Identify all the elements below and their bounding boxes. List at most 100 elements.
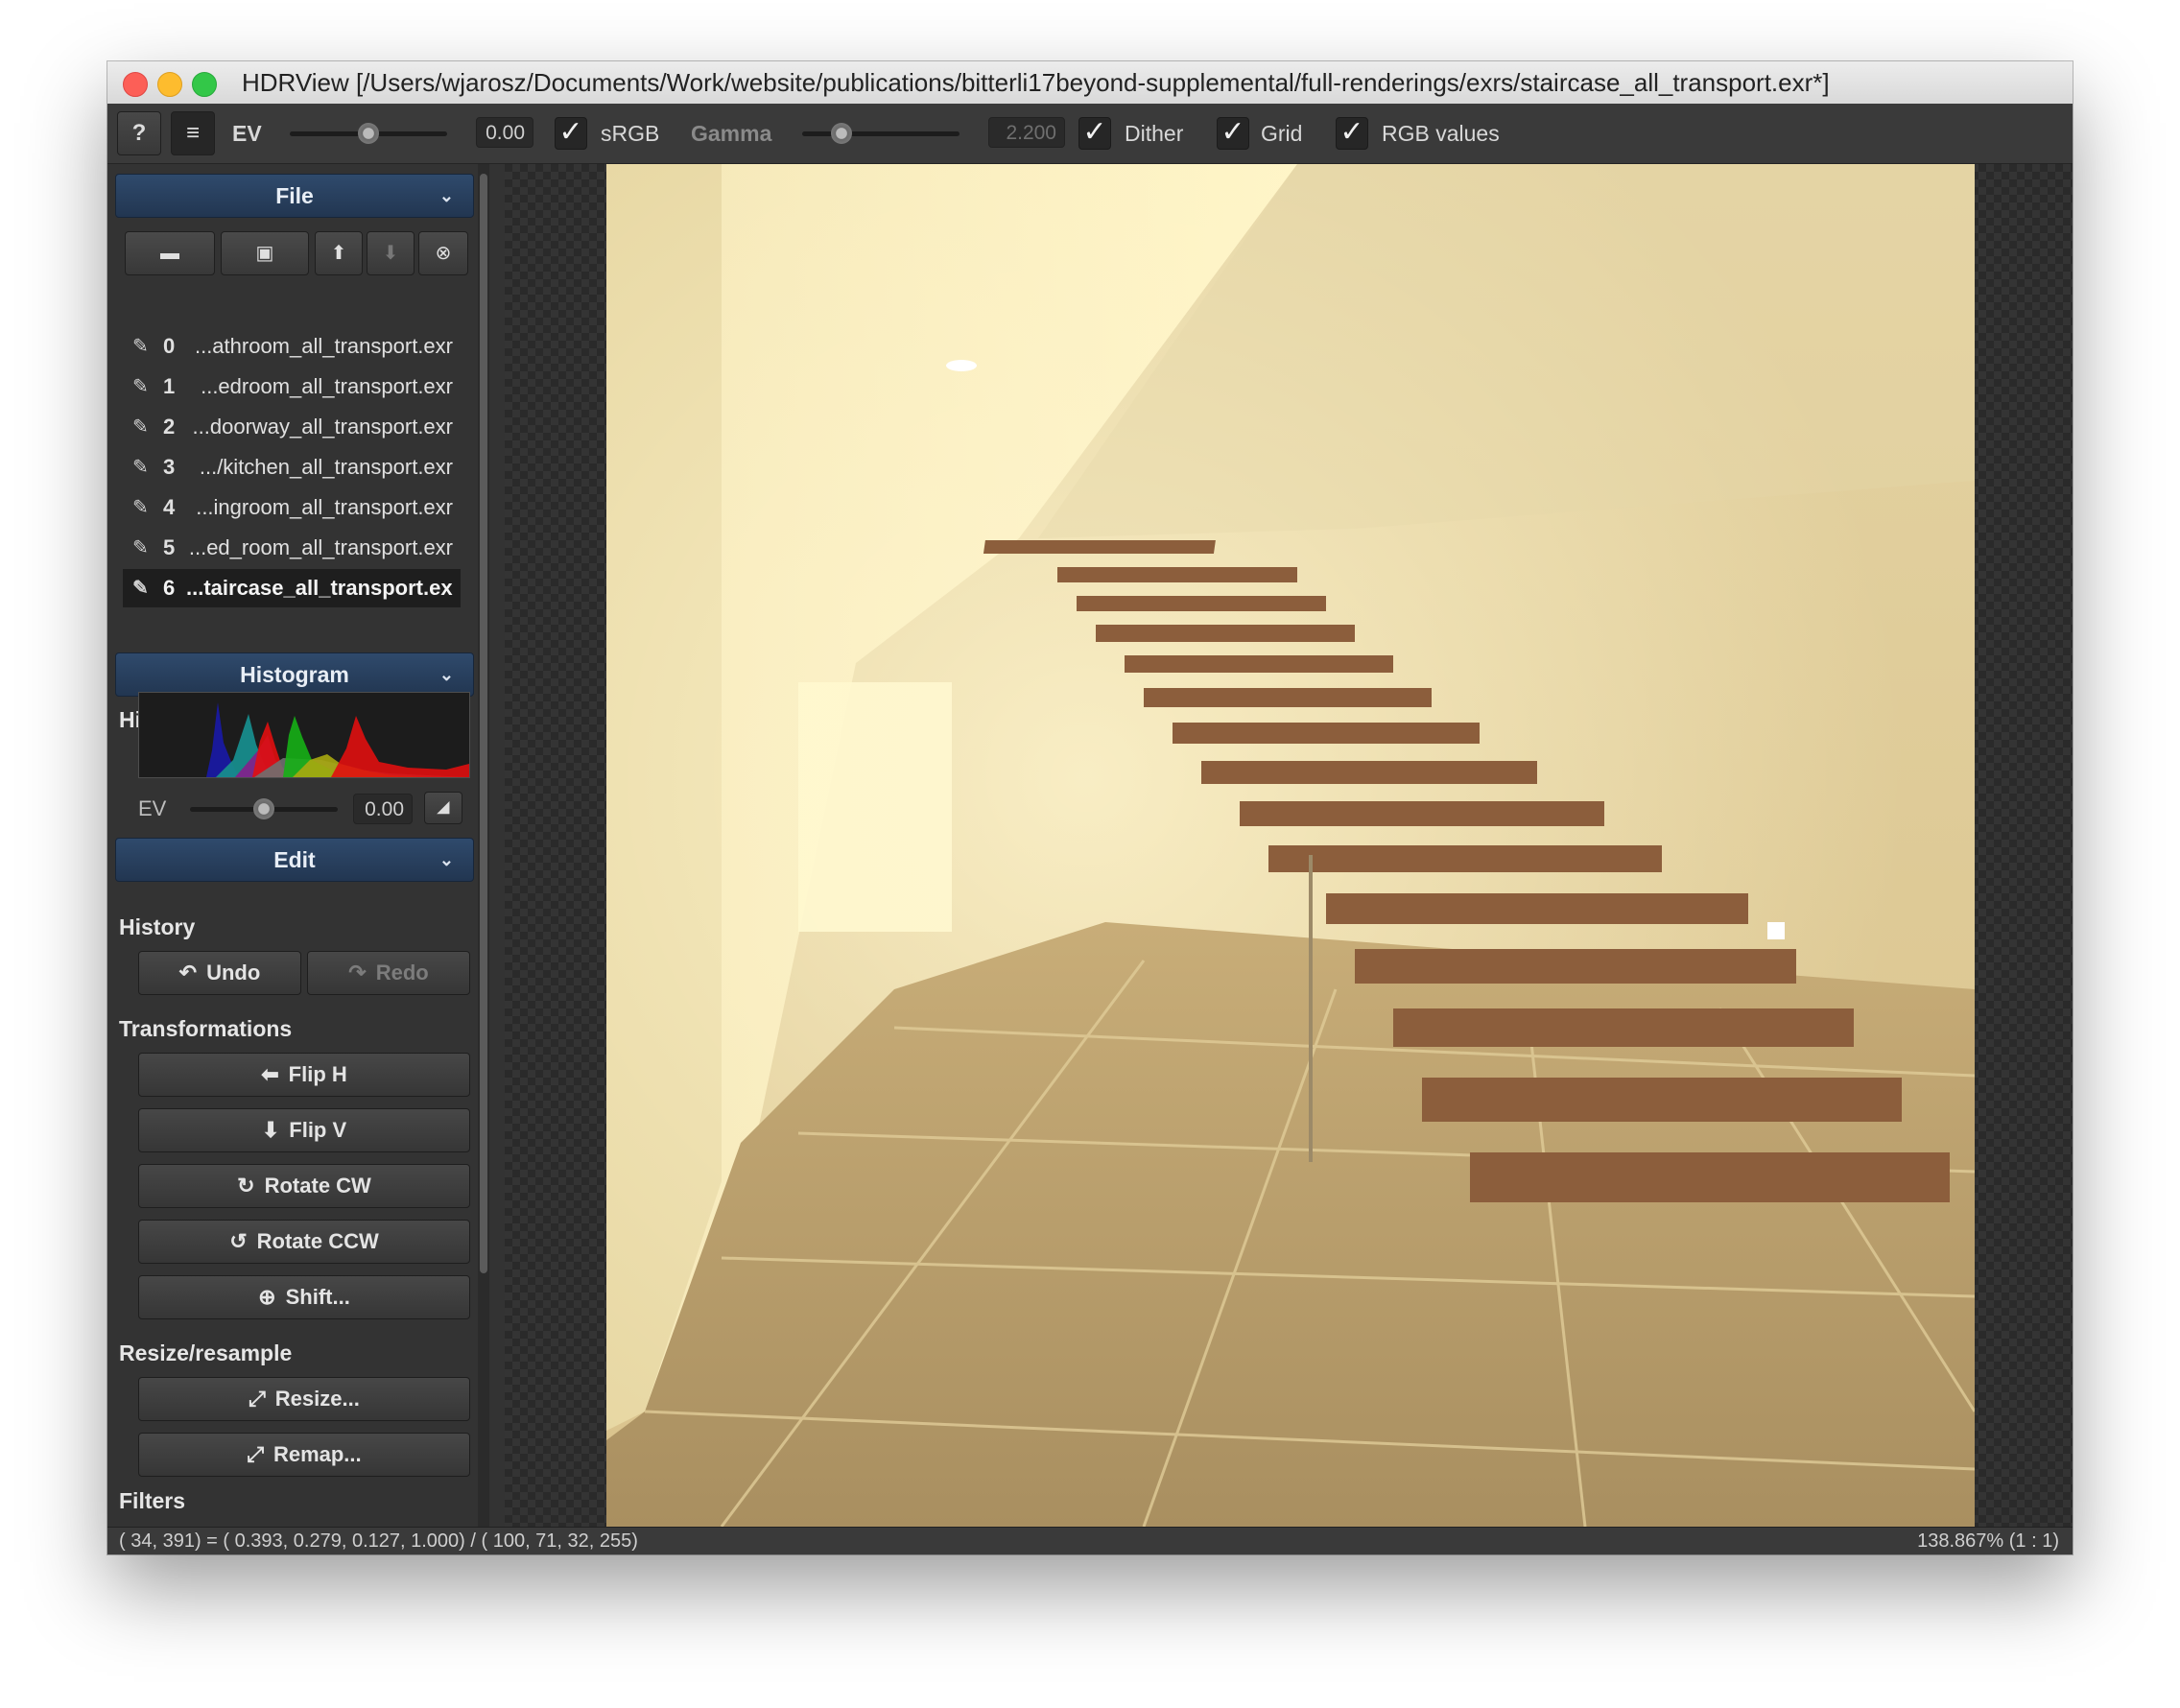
srgb-label: sRGB xyxy=(601,121,660,146)
rendered-image[interactable] xyxy=(606,164,1975,1527)
exposure-slider-knob[interactable] xyxy=(358,123,379,144)
remap-button[interactable]: ⤢ Remap... xyxy=(138,1433,470,1477)
edit-section-header[interactable]: Edit ⌄ xyxy=(115,838,474,882)
histogram-ev-slider[interactable] xyxy=(190,798,338,819)
chevron-down-icon: ⌄ xyxy=(438,850,454,869)
histogram-ev-slider-knob[interactable] xyxy=(253,798,274,819)
dither-label: Dither xyxy=(1125,121,1184,146)
file-section-title: File xyxy=(275,183,314,208)
file-name: .../kitchen_all_transport.exr xyxy=(199,455,453,479)
move-down-button[interactable]: ⬇ xyxy=(367,231,415,275)
pencil-icon: ✎ xyxy=(132,376,149,397)
file-index: 3 xyxy=(163,455,176,479)
pencil-icon: ✎ xyxy=(132,457,149,478)
arrow-down-icon: ⬇ xyxy=(382,243,399,264)
histogram-plot xyxy=(138,692,470,778)
chevron-down-icon: ⌄ xyxy=(438,665,454,684)
histogram-section-title: Histogram xyxy=(240,662,349,687)
close-circle-icon: ⊗ xyxy=(435,243,452,264)
dither-checkbox[interactable]: ✓ xyxy=(1078,117,1111,150)
move-up-button[interactable]: ⬆ xyxy=(315,231,363,275)
file-list-item[interactable]: ✎ 0 ...athroom_all_transport.exr xyxy=(123,327,461,366)
shift-label: Shift... xyxy=(285,1285,350,1309)
close-window-button[interactable] xyxy=(123,72,148,97)
histogram-svg xyxy=(139,702,469,777)
redo-button[interactable]: ↷ Redo xyxy=(307,951,470,995)
exposure-label: EV xyxy=(232,121,262,146)
rotate-ccw-button[interactable]: ↺ Rotate CCW xyxy=(138,1220,470,1264)
rgb-values-label: RGB values xyxy=(1382,121,1500,146)
file-list-item[interactable]: ✎ 6 ...taircase_all_transport.exr xyxy=(123,569,461,607)
histogram-mode-icon: ◢ xyxy=(437,799,450,816)
rotate-ccw-icon: ↺ xyxy=(229,1229,248,1253)
arrow-left-icon: ⬅ xyxy=(261,1062,279,1086)
histogram-ev-value-field[interactable]: 0.00 xyxy=(353,794,413,824)
side-panel: File ⌄ ▬ ▣ ⬆ ⬇ ⊗ ✎ 0 ...athroom_all_transp… xyxy=(107,164,491,1527)
pencil-icon: ✎ xyxy=(132,416,149,438)
sidebar-scrollbar[interactable] xyxy=(478,164,489,1527)
file-list-item[interactable]: ✎ 2 ...doorway_all_transport.exr xyxy=(123,408,461,446)
srgb-checkbox[interactable]: ✓ xyxy=(555,117,587,150)
status-bar: ( 34, 391) = ( 0.393, 0.279, 0.127, 1.00… xyxy=(107,1527,2073,1554)
history-label: History xyxy=(119,914,196,939)
exposure-value-field[interactable]: 0.00 xyxy=(476,117,533,148)
menu-button[interactable]: ≡ xyxy=(171,111,215,155)
histogram-red-peak xyxy=(331,716,469,777)
file-list-item[interactable]: ✎ 4 ...ingroom_all_transport.exr xyxy=(123,488,461,527)
flip-h-label: Flip H xyxy=(288,1062,347,1086)
flip-v-label: Flip V xyxy=(289,1118,347,1142)
grid-checkbox[interactable]: ✓ xyxy=(1217,117,1249,150)
maximize-window-button[interactable] xyxy=(192,72,217,97)
save-icon: ▣ xyxy=(255,243,274,264)
undo-label: Undo xyxy=(206,961,261,984)
app-window: HDRView [/Users/wjarosz/Documents/Work/w… xyxy=(107,61,2073,1554)
folder-open-icon: ▬ xyxy=(160,243,179,264)
histogram-blue-channel xyxy=(139,702,239,777)
gamma-slider[interactable] xyxy=(802,123,960,144)
file-index: 6 xyxy=(163,576,176,600)
image-canvas[interactable] xyxy=(505,164,2073,1527)
minimize-window-button[interactable] xyxy=(157,72,182,97)
file-name: ...ingroom_all_transport.exr xyxy=(196,495,453,519)
undo-button[interactable]: ↶ Undo xyxy=(138,951,301,995)
open-file-button[interactable]: ▬ xyxy=(125,231,215,275)
transformations-label: Transformations xyxy=(119,1016,293,1041)
save-file-button[interactable]: ▣ xyxy=(221,231,309,275)
zoom-level: 138.867% (1 : 1) xyxy=(1917,1530,2059,1552)
rgb-values-checkbox[interactable]: ✓ xyxy=(1336,117,1368,150)
shift-button[interactable]: ⊕ Shift... xyxy=(138,1275,470,1319)
file-name: ...doorway_all_transport.exr xyxy=(192,415,453,439)
resize-label: Resize... xyxy=(274,1387,360,1411)
redo-icon: ↷ xyxy=(348,961,367,984)
file-index: 4 xyxy=(163,495,176,519)
rotate-ccw-label: Rotate CCW xyxy=(256,1229,379,1253)
gamma-value-field[interactable]: 2.200 xyxy=(988,117,1065,148)
ceiling-light xyxy=(946,360,977,371)
edit-section-title: Edit xyxy=(273,847,316,872)
close-file-button[interactable]: ⊗ xyxy=(418,231,468,275)
rotate-cw-icon: ↻ xyxy=(237,1174,255,1198)
file-list-item[interactable]: ✎ 1 ...edroom_all_transport.exr xyxy=(123,368,461,406)
histogram-section-header[interactable]: Histogram ⌄ xyxy=(115,652,474,697)
top-toolbar: ? ≡ EV 0.00 ✓ sRGB Gamma 2.200 ✓ Dither … xyxy=(107,104,2073,164)
arrow-up-icon: ⬆ xyxy=(330,243,347,264)
exposure-slider[interactable] xyxy=(290,123,447,144)
gamma-slider-knob[interactable] xyxy=(831,123,852,144)
resize-button[interactable]: ⤢ Resize... xyxy=(138,1377,470,1421)
histogram-scale-toggle[interactable]: ◢ xyxy=(424,792,462,824)
title-bar[interactable]: HDRView [/Users/wjarosz/Documents/Work/w… xyxy=(107,61,2073,105)
sidebar-scrollbar-thumb[interactable] xyxy=(480,174,487,1273)
pixel-info: ( 34, 391) = ( 0.393, 0.279, 0.127, 1.00… xyxy=(119,1530,638,1552)
file-section-header[interactable]: File ⌄ xyxy=(115,174,474,218)
pencil-icon: ✎ xyxy=(132,578,149,599)
flip-h-button[interactable]: ⬅ Flip H xyxy=(138,1053,470,1097)
help-button[interactable]: ? xyxy=(117,111,161,155)
pencil-icon: ✎ xyxy=(132,336,149,357)
window-title: HDRView [/Users/wjarosz/Documents/Work/w… xyxy=(242,68,1830,97)
rotate-cw-button[interactable]: ↻ Rotate CW xyxy=(138,1164,470,1208)
crosshair-icon: ⊕ xyxy=(258,1285,276,1309)
flip-v-button[interactable]: ⬇ Flip V xyxy=(138,1108,470,1152)
railing-post xyxy=(1309,855,1313,1162)
file-list-item[interactable]: ✎ 3 .../kitchen_all_transport.exr xyxy=(123,448,461,486)
file-list-item[interactable]: ✎ 5 ...ed_room_all_transport.exr xyxy=(123,529,461,567)
